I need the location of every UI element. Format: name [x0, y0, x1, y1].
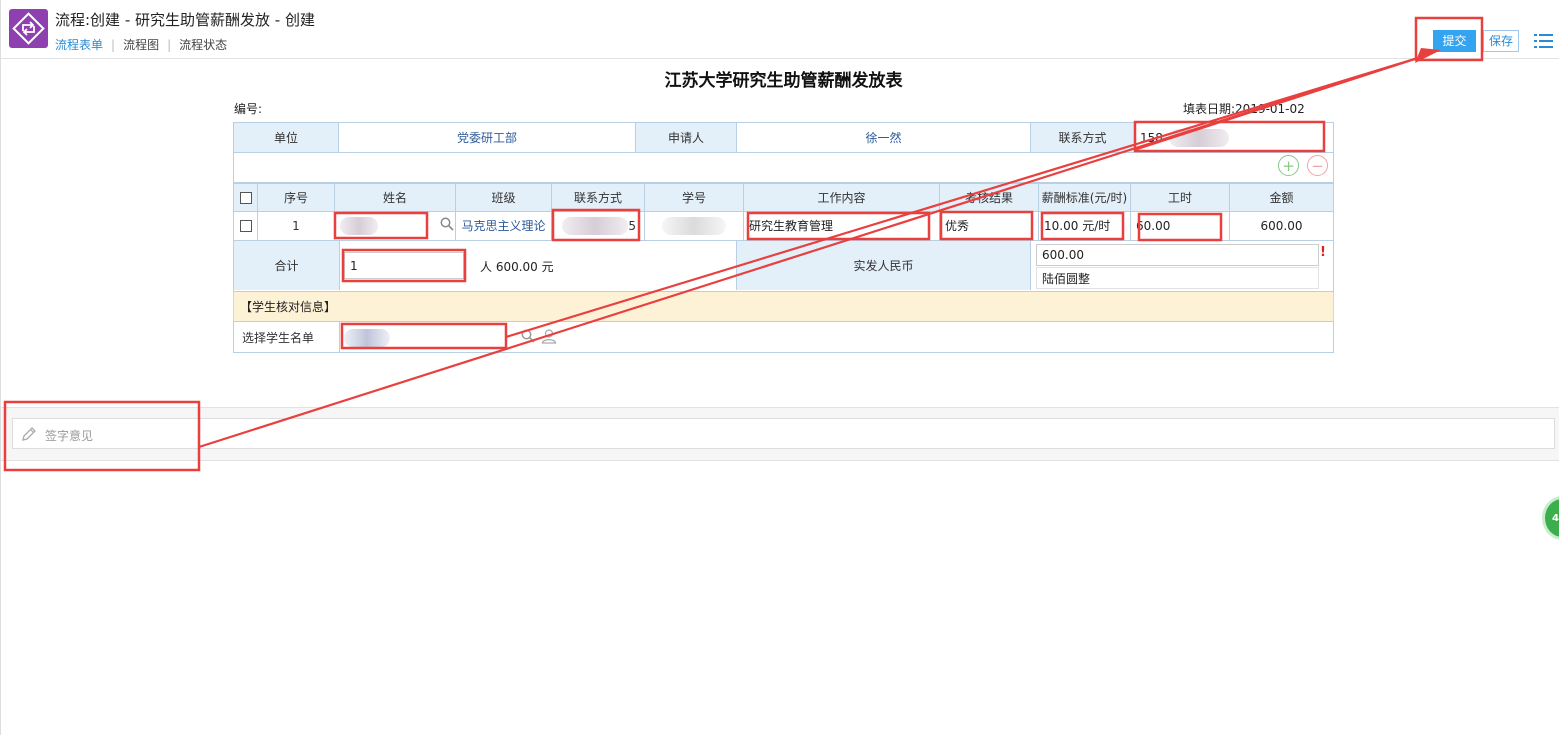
contact-label: 联系方式 — [1031, 123, 1135, 152]
col-header: 薪酬标准(元/时) — [1039, 184, 1131, 211]
form-title: 江苏大学研究生助管薪酬发放表 — [664, 71, 903, 91]
actual-amount-words: 陆佰圆整 — [1036, 267, 1319, 289]
grid-toolbar — [233, 152, 1334, 183]
view-tabs: 流程表单 | 流程图 | 流程状态 — [55, 36, 227, 53]
rate-unit: 元/时 — [1082, 219, 1111, 233]
contact-value: 158 — [1140, 130, 1163, 145]
total-count-text: 人 600.00 元 — [480, 260, 554, 274]
col-header: 学号 — [645, 184, 744, 211]
rate-value: 10.00 — [1044, 218, 1079, 233]
select-all-cell — [234, 184, 258, 211]
search-icon[interactable] — [440, 217, 454, 231]
unit-value: 党委研工部 — [339, 123, 636, 152]
assessment-field[interactable]: 优秀 — [940, 211, 1039, 240]
actual-rmb-label: 实发人民币 — [737, 241, 1031, 290]
total-count-input[interactable]: 1 — [344, 252, 464, 279]
work-content-field[interactable]: 研究生教育管理 — [744, 211, 940, 240]
page-title: 流程:创建 - 研究生助管薪酬发放 - 创建 — [55, 11, 315, 29]
col-header: 考核结果 — [940, 184, 1039, 211]
fill-date-value: 2019-01-02 — [1235, 102, 1305, 116]
col-header: 工作内容 — [744, 184, 940, 211]
tab-flow-status[interactable]: 流程状态 — [179, 36, 227, 53]
fill-date: 填表日期:2019-01-02 — [1183, 100, 1305, 117]
list-menu-icon[interactable] — [1534, 33, 1554, 49]
amount-value: 600.00 — [1260, 218, 1303, 233]
header-bar: 流程:创建 - 研究生助管薪酬发放 - 创建 流程表单 | 流程图 | 流程状态 提交 … — [1, 0, 1559, 59]
sign-opinion-placeholder: 签字意见 — [45, 429, 94, 443]
tab-flow-form[interactable]: 流程表单 — [55, 36, 103, 53]
col-header: 联系方式 — [552, 184, 645, 211]
sign-opinion-input[interactable] — [12, 418, 1555, 449]
actual-amount-field[interactable]: 600.00 — [1036, 244, 1319, 266]
rate-field[interactable]: 10.00 元/时 — [1039, 211, 1131, 240]
hours-field[interactable]: 60.00 — [1131, 211, 1230, 240]
student-name-field[interactable] — [335, 211, 456, 240]
student-list-field[interactable] — [344, 327, 504, 348]
applicant-value: 徐一然 — [737, 123, 1031, 152]
col-header: 工时 — [1131, 184, 1230, 211]
fill-date-label: 填表日期: — [1183, 102, 1236, 116]
redacted-blur — [1168, 128, 1229, 147]
search-icon[interactable] — [521, 329, 535, 343]
tab-separator: | — [111, 38, 116, 52]
row-select-cell — [234, 211, 258, 240]
serial-label: 编号: — [234, 102, 263, 116]
student-contact-field[interactable]: 5 — [552, 211, 645, 240]
student-id-cell — [645, 211, 744, 240]
tab-flow-chart[interactable]: 流程图 — [123, 36, 159, 53]
contact-field[interactable]: 158 — [1135, 123, 1333, 152]
floating-status-badge[interactable]: 45 — [1542, 496, 1559, 540]
page: 流程:创建 - 研究生助管薪酬发放 - 创建 流程表单 | 流程图 | 流程状态 提交 … — [0, 0, 1559, 735]
table-row: 1 马克思主义理论 5 研究生教育管理 优秀 10.00 元/时 60.00 6… — [233, 211, 1334, 241]
row-checkbox[interactable] — [239, 219, 252, 232]
select-all-checkbox[interactable] — [239, 191, 252, 204]
total-label: 合计 — [234, 241, 340, 290]
applicant-info-row: 单位 党委研工部 申请人 徐一然 联系方式 158 — [233, 122, 1334, 153]
submit-button[interactable]: 提交 — [1433, 30, 1476, 52]
redacted-blur — [344, 329, 390, 347]
redacted-blur — [662, 216, 726, 235]
select-students-label: 选择学生名单 — [234, 322, 340, 352]
workflow-app-icon — [9, 9, 48, 48]
col-header: 姓名 — [335, 184, 456, 211]
row-index: 1 — [258, 211, 335, 240]
save-button[interactable]: 保存 — [1483, 30, 1519, 52]
class-value: 马克思主义理论 — [456, 211, 552, 240]
user-picker-icon[interactable] — [541, 328, 557, 344]
remove-row-icon[interactable]: − — [1307, 155, 1328, 176]
col-header: 序号 — [258, 184, 335, 211]
col-header: 班级 — [456, 184, 552, 211]
pencil-icon — [22, 427, 36, 441]
unit-label: 单位 — [234, 123, 339, 152]
redacted-blur — [340, 216, 378, 235]
required-warning-icon: ! — [1320, 245, 1326, 260]
col-header: 金额 — [1269, 191, 1294, 205]
applicant-label: 申请人 — [636, 123, 737, 152]
add-row-icon[interactable]: + — [1278, 155, 1299, 176]
student-contact-tail: 5 — [628, 218, 636, 233]
tab-separator: | — [167, 38, 172, 52]
grid-header-row: 序号 姓名 班级 联系方式 学号 工作内容 考核结果 薪酬标准(元/时) 工时 … — [233, 183, 1334, 212]
student-section-header: 【学生核对信息】 — [233, 292, 1334, 322]
redacted-blur — [562, 216, 629, 235]
